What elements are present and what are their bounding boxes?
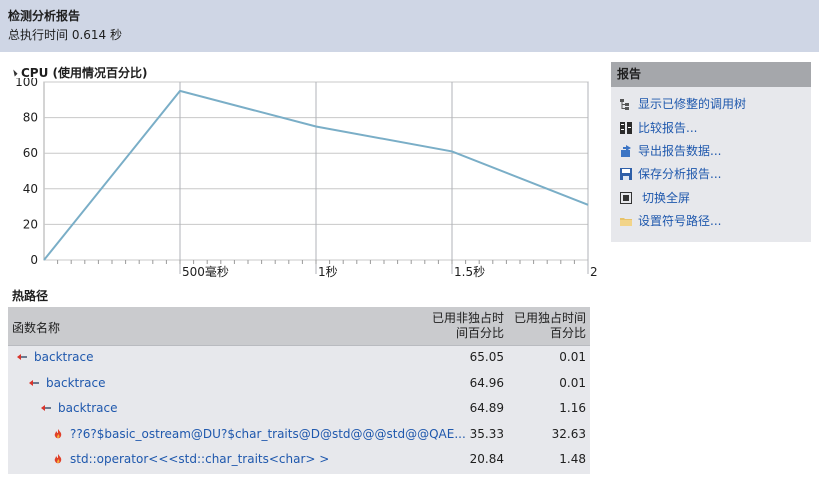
export-icon: [621, 145, 631, 157]
inclusive-value: 35.33: [469, 426, 504, 441]
export-report-data-link[interactable]: 导出报告数据...: [619, 142, 721, 160]
x-tick-label: 2: [590, 265, 598, 278]
report-title: 检测分析报告: [8, 9, 81, 23]
report-header: 检测分析报告 总执行时间 0.614 秒: [0, 0, 819, 52]
col-exclusive[interactable]: 已用独占时间百分比: [506, 311, 586, 341]
y-tick-label: 20: [23, 217, 38, 231]
table-row[interactable]: ??6?$basic_ostream@DU?$char_traits@D@std…: [8, 423, 590, 449]
y-tick-label: 80: [23, 111, 38, 125]
function-name[interactable]: std::operator<<<std::char_traits<char> >: [70, 452, 329, 466]
function-name[interactable]: backtrace: [34, 350, 94, 364]
x-tick-label: 1秒: [318, 265, 338, 278]
y-tick-label: 60: [23, 146, 38, 160]
call-arrow-icon: [29, 379, 39, 386]
exclusive-value: 0.01: [559, 350, 586, 364]
compare-icon: [620, 122, 632, 134]
fullscreen-icon: [620, 192, 632, 204]
exclusive-value: 32.63: [551, 426, 586, 441]
y-tick-label: 100: [15, 78, 38, 89]
tree-icon: [620, 99, 629, 110]
function-name[interactable]: backtrace: [46, 376, 106, 390]
inclusive-value: 20.84: [469, 452, 504, 467]
hotpath-title: 热路径: [12, 289, 49, 303]
inclusive-value: 65.05: [469, 350, 504, 364]
cpu-chart: 100 80 60 40 20 0 500毫秒 1秒 1.5秒 2: [15, 78, 598, 278]
save-icon: [620, 168, 632, 180]
table-header: 函数名称 已用非独占时间百分比 已用独占时间百分比: [8, 307, 590, 346]
compare-reports-link[interactable]: 比较报告...: [619, 119, 697, 137]
function-name[interactable]: ??6?$basic_ostream@DU?$char_traits@D@std…: [70, 427, 466, 441]
hotpath-table: 函数名称 已用非独占时间百分比 已用独占时间百分比 backtrace 65.0…: [8, 307, 590, 474]
toggle-fullscreen-link[interactable]: 切换全屏: [619, 189, 690, 207]
execution-time: 总执行时间 0.614 秒: [8, 28, 122, 42]
call-arrow-icon: [17, 354, 27, 360]
save-report-link[interactable]: 保存分析报告...: [619, 165, 721, 183]
function-name[interactable]: backtrace: [58, 401, 118, 415]
hot-flame-icon: [54, 454, 62, 464]
show-trimmed-tree-link[interactable]: 显示已修整的调用树: [619, 95, 746, 113]
report-panel-title: 报告: [611, 62, 811, 87]
x-tick-label: 500毫秒: [182, 264, 229, 278]
report-panel: 报告 显示已修整的调用树 比较报告... 导出报告数据... 保存分析报告...…: [611, 62, 811, 242]
set-symbol-path-link[interactable]: 设置符号路径...: [619, 212, 721, 230]
exclusive-value: 1.16: [559, 401, 586, 416]
y-tick-label: 0: [30, 253, 38, 267]
inclusive-value: 64.89: [469, 401, 504, 416]
table-row[interactable]: std::operator<<<std::char_traits<char> >…: [8, 448, 590, 474]
col-function-name[interactable]: 函数名称: [12, 319, 60, 336]
hot-flame-icon: [54, 428, 62, 439]
collapse-triangle-icon[interactable]: [10, 69, 18, 77]
col-inclusive[interactable]: 已用非独占时间百分比: [424, 311, 504, 341]
exclusive-value: 1.48: [559, 452, 586, 467]
table-row[interactable]: backtrace 65.05 0.01: [8, 346, 590, 372]
table-row[interactable]: backtrace 64.96 0.01: [8, 372, 590, 398]
y-tick-label: 40: [23, 182, 38, 196]
exclusive-value: 0.01: [559, 375, 586, 390]
x-tick-label: 1.5秒: [454, 265, 485, 278]
inclusive-value: 64.96: [469, 375, 504, 390]
folder-icon: [620, 218, 632, 226]
table-row[interactable]: backtrace 64.89 1.16: [8, 397, 590, 423]
call-arrow-icon: [41, 405, 51, 412]
